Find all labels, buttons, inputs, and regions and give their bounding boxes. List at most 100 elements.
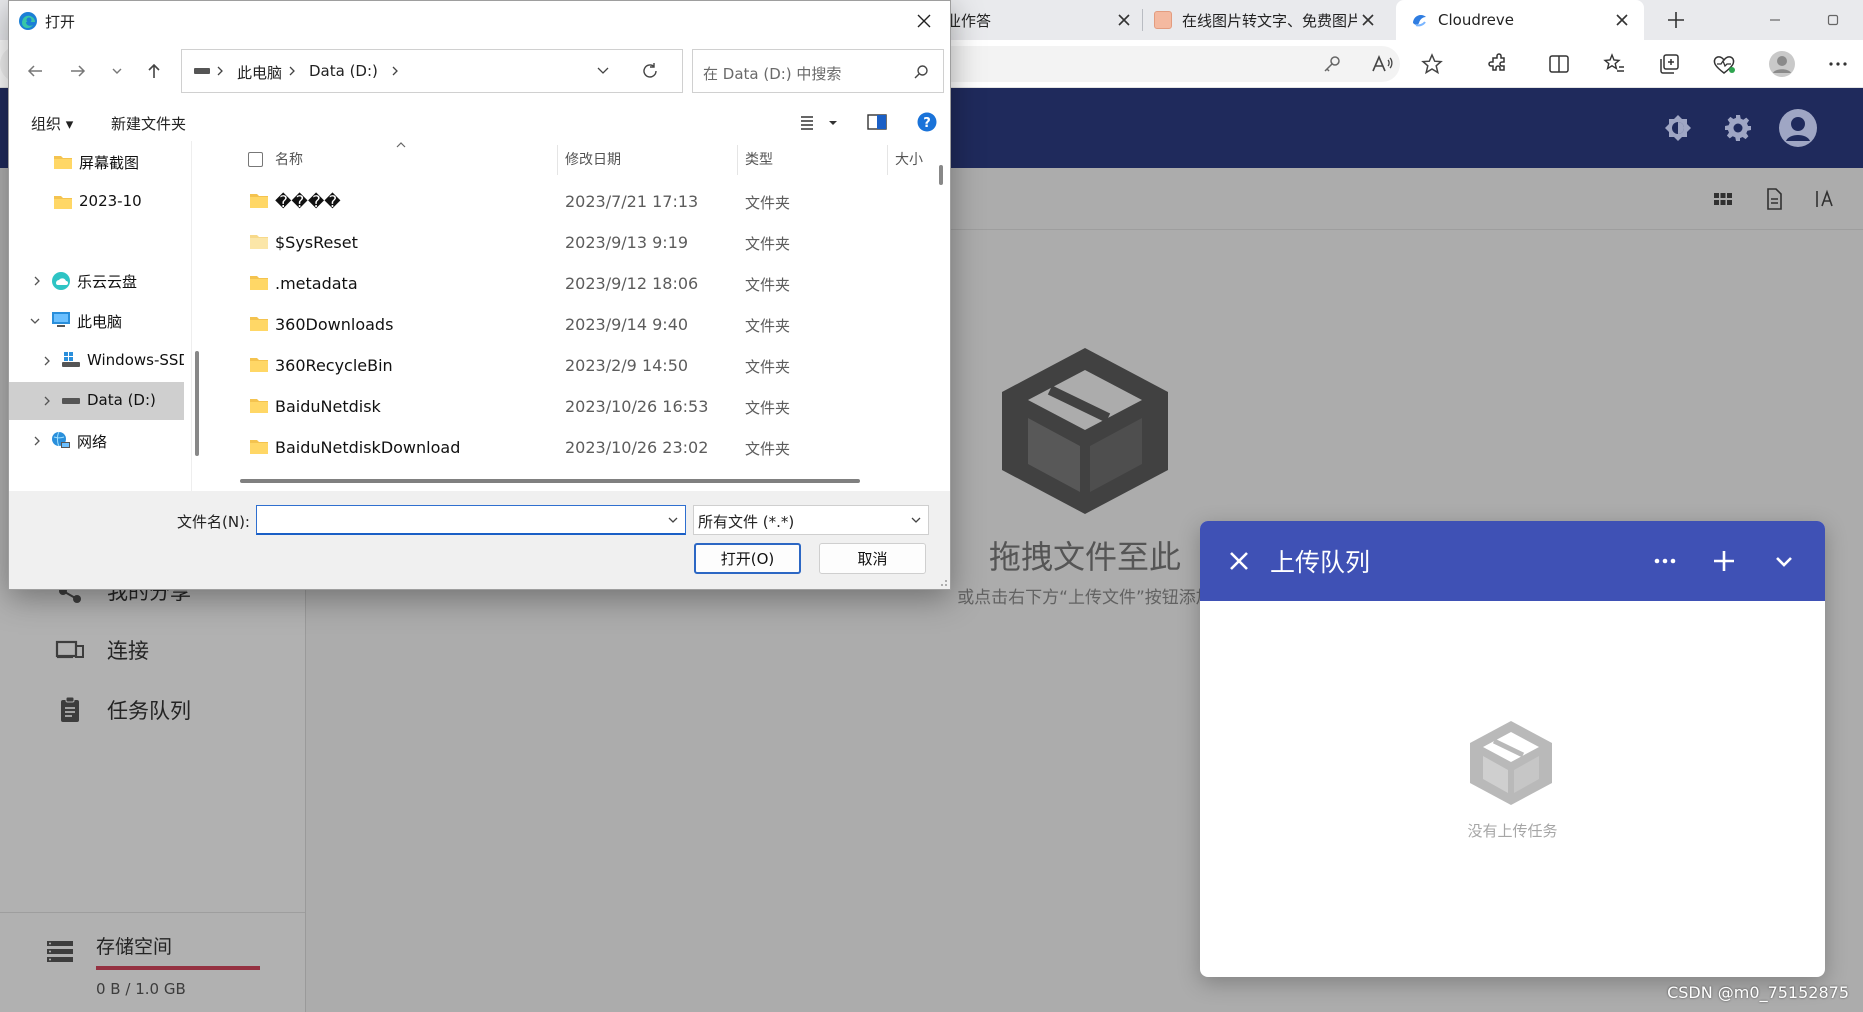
- user-avatar-icon[interactable]: [1778, 108, 1818, 148]
- empty-box-icon: [1465, 717, 1557, 807]
- file-row[interactable]: 360Downloads 2023/9/14 9:40 文件夹: [205, 304, 932, 345]
- file-type: 文件夹: [745, 235, 791, 253]
- nav-item-2023-10[interactable]: 2023-10: [9, 183, 184, 221]
- close-icon[interactable]: [1114, 10, 1134, 30]
- file-type-filter[interactable]: 所有文件 (*.*): [693, 505, 929, 535]
- file-row[interactable]: BaiduNetdiskDownload 2023/10/26 23:02 文件…: [205, 427, 932, 468]
- file-date: 2023/10/26 16:53: [565, 397, 709, 416]
- refresh-icon[interactable]: [641, 62, 659, 80]
- view-options-icon[interactable]: [799, 115, 841, 131]
- cancel-button[interactable]: 取消: [819, 543, 926, 574]
- filename-input[interactable]: [256, 505, 686, 535]
- file-type: 文件夹: [745, 276, 791, 294]
- read-aloud-icon[interactable]: [1368, 50, 1396, 78]
- key-icon[interactable]: [1318, 50, 1346, 78]
- breadcrumb-item[interactable]: Data (D:): [309, 62, 378, 80]
- breadcrumb-chevron-icon: [214, 64, 226, 78]
- new-folder-button[interactable]: 新建文件夹: [111, 113, 186, 134]
- nav-item-screenshots[interactable]: 屏幕截图: [9, 143, 184, 181]
- nav-item-this-pc[interactable]: 此电脑: [9, 302, 184, 340]
- folder-icon: [249, 357, 269, 373]
- theme-toggle-icon[interactable]: [1660, 110, 1696, 146]
- close-icon[interactable]: [1226, 548, 1252, 574]
- dialog-title: 打开: [45, 13, 76, 31]
- file-list: 名称 修改日期 类型 大小 ���� 2023/7/21 17:13 文件夹 $…: [205, 141, 932, 486]
- column-type-label: 类型: [745, 152, 773, 168]
- minimize-button[interactable]: [1752, 0, 1798, 40]
- nav-item-cloud-drive[interactable]: 乐云云盘: [9, 262, 184, 300]
- folder-icon: [249, 398, 269, 414]
- collapse-chevron-icon[interactable]: [29, 315, 41, 327]
- expand-chevron-icon[interactable]: [31, 435, 43, 447]
- more-options-icon[interactable]: [1651, 547, 1679, 575]
- file-name: 360RecycleBin: [275, 356, 393, 375]
- file-row[interactable]: ���� 2023/7/21 17:13 文件夹: [205, 181, 932, 222]
- nav-item-data-drive[interactable]: Data (D:): [9, 382, 184, 420]
- browser-essentials-icon[interactable]: [1710, 50, 1738, 78]
- expand-chevron-icon[interactable]: [31, 275, 43, 287]
- collections-icon[interactable]: [1655, 50, 1683, 78]
- file-row[interactable]: 360RecycleBin 2023/2/9 14:50 文件夹: [205, 345, 932, 386]
- new-tab-button[interactable]: [1654, 0, 1698, 40]
- split-screen-icon[interactable]: [1545, 50, 1573, 78]
- column-separator: [557, 145, 558, 175]
- nav-label: 网络: [77, 433, 108, 451]
- file-row[interactable]: BaiduNetdisk 2023/10/26 16:53 文件夹: [205, 386, 932, 427]
- favorites-icon[interactable]: [1600, 50, 1628, 78]
- nav-item-windows-ssd[interactable]: Windows-SSD: [9, 342, 184, 380]
- collapse-chevron-icon[interactable]: [1770, 547, 1798, 575]
- file-date: 2023/9/14 9:40: [565, 315, 689, 334]
- browser-tab-cloudreve[interactable]: Cloudreve: [1396, 0, 1644, 40]
- nav-item-network[interactable]: 网络: [9, 422, 184, 460]
- folder-icon: [53, 193, 73, 211]
- upload-queue-panel: 上传队列 没有上传任务: [1200, 521, 1825, 977]
- expand-chevron-icon[interactable]: [41, 395, 53, 407]
- file-name: $SysReset: [275, 233, 358, 252]
- close-icon[interactable]: [904, 1, 944, 41]
- add-icon[interactable]: [1710, 547, 1738, 575]
- browser-tab-1[interactable]: 业作答: [946, 0, 1146, 40]
- chevron-down-icon: [910, 514, 922, 526]
- breadcrumb[interactable]: 此电脑 Data (D:): [181, 49, 683, 93]
- browser-tab-2[interactable]: 在线图片转文字、免费图片: [1150, 0, 1390, 40]
- close-icon[interactable]: [1612, 10, 1632, 30]
- file-row[interactable]: $SysReset 2023/9/13 9:19 文件夹: [205, 222, 932, 263]
- navigation-scrollbar[interactable]: [191, 141, 205, 491]
- more-menu-icon[interactable]: [1824, 50, 1852, 78]
- file-date: 2023/2/9 14:50: [565, 356, 689, 375]
- organize-menu[interactable]: 组织 ▾: [31, 113, 73, 134]
- close-icon[interactable]: [1358, 10, 1378, 30]
- ocr-site-favicon-icon: [1154, 11, 1172, 29]
- forward-arrow-icon[interactable]: [64, 57, 92, 85]
- search-input[interactable]: 在 Data (D:) 中搜索: [692, 49, 944, 93]
- back-arrow-icon[interactable]: [21, 57, 49, 85]
- open-button[interactable]: 打开(O): [694, 543, 801, 574]
- address-dropdown-chevron-icon[interactable]: [596, 64, 610, 78]
- column-header-date[interactable]: 修改日期: [565, 141, 735, 177]
- recent-locations-chevron-icon[interactable]: [103, 57, 131, 85]
- column-header-type[interactable]: 类型: [745, 141, 885, 177]
- column-header-size[interactable]: 大小: [895, 141, 932, 177]
- extensions-icon[interactable]: [1484, 50, 1512, 78]
- up-arrow-icon[interactable]: [140, 57, 168, 85]
- help-icon[interactable]: ?: [917, 112, 937, 132]
- chevron-down-icon[interactable]: [667, 514, 679, 526]
- favorite-star-icon[interactable]: [1418, 50, 1446, 78]
- dialog-command-bar: 组织 ▾ 新建文件夹 ?: [9, 103, 950, 141]
- resize-grip-icon[interactable]: [936, 575, 948, 587]
- search-icon: [913, 64, 929, 80]
- vertical-scrollbar[interactable]: [934, 141, 948, 486]
- horizontal-scrollbar[interactable]: [205, 475, 932, 487]
- file-date: 2023/9/12 18:06: [565, 274, 699, 293]
- maximize-button[interactable]: [1810, 0, 1856, 40]
- breadcrumb-item[interactable]: 此电脑: [237, 62, 282, 83]
- profile-avatar-icon[interactable]: [1768, 50, 1796, 78]
- file-row[interactable]: .metadata 2023/9/12 18:06 文件夹: [205, 263, 932, 304]
- file-type: 文件夹: [745, 440, 791, 458]
- select-all-checkbox[interactable]: [248, 152, 263, 167]
- settings-gear-icon[interactable]: [1720, 110, 1756, 146]
- expand-chevron-icon[interactable]: [41, 355, 53, 367]
- preview-pane-icon[interactable]: [867, 113, 887, 131]
- column-header-name[interactable]: 名称: [275, 141, 555, 177]
- column-separator: [737, 145, 738, 175]
